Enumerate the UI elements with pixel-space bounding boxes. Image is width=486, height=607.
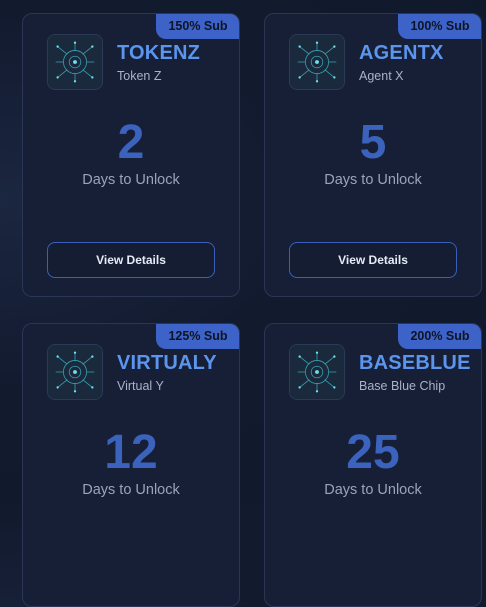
token-card-baseblue[interactable]: 200% Sub BASEBLUE Base Blue Chip 25 Days… <box>264 323 482 607</box>
days-count: 5 <box>359 116 387 169</box>
circuit-brain-icon <box>47 344 103 400</box>
token-name: Virtual Y <box>117 379 164 393</box>
days-label: Days to Unlock <box>324 172 422 188</box>
days-label: Days to Unlock <box>82 482 180 498</box>
circuit-brain-icon <box>289 34 345 90</box>
view-details-button[interactable]: View Details <box>289 242 457 278</box>
token-symbol: AGENTX <box>359 42 444 64</box>
days-count: 25 <box>346 426 400 479</box>
token-symbol: VIRTUALY <box>117 352 217 374</box>
token-card-agentx[interactable]: 100% Sub AGENTX Agent X 5 Days to Unlock… <box>264 13 482 297</box>
circuit-brain-icon <box>289 344 345 400</box>
days-count: 12 <box>104 426 158 479</box>
token-name: Base Blue Chip <box>359 379 446 393</box>
subscription-badge: 125% Sub <box>156 324 239 349</box>
token-symbol: TOKENZ <box>117 42 201 64</box>
days-label: Days to Unlock <box>82 172 180 188</box>
subscription-badge: 150% Sub <box>156 14 239 39</box>
days-count: 2 <box>117 116 145 169</box>
token-card-virtualy[interactable]: 125% Sub VIRTUALY Virtual Y 12 Days to U… <box>22 323 240 607</box>
token-name: Token Z <box>117 69 162 83</box>
token-name: Agent X <box>359 69 404 83</box>
circuit-brain-icon <box>47 34 103 90</box>
subscription-badge: 100% Sub <box>398 14 481 39</box>
token-card-tokenz[interactable]: 150% Sub TOKENZ Token Z 2 Days to Unlock… <box>22 13 240 297</box>
view-details-button[interactable]: View Details <box>47 242 215 278</box>
token-symbol: BASEBLUE <box>359 352 471 374</box>
subscription-badge: 200% Sub <box>398 324 481 349</box>
days-label: Days to Unlock <box>324 482 422 498</box>
